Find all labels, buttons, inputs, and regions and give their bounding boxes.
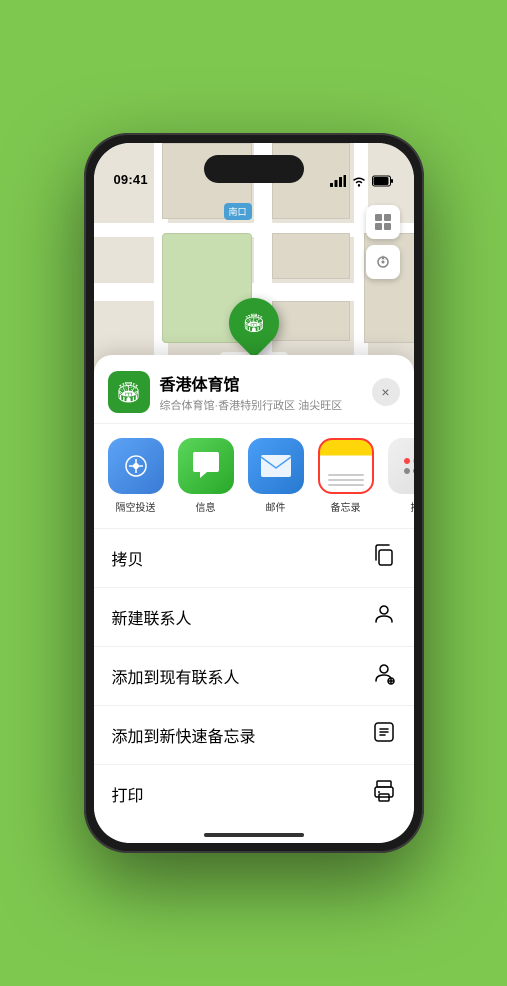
app-item-more[interactable]: 推 [386,438,414,514]
airdrop-icon [108,438,164,494]
messages-svg [191,452,221,480]
print-label: 打印 [112,782,144,806]
venue-icon: 🏟 [108,371,150,413]
battery-icon [372,175,394,187]
dot-g1 [404,468,410,474]
action-copy[interactable]: 拷贝 [94,529,414,588]
dot-orange [413,458,414,464]
action-print[interactable]: 打印 [94,765,414,823]
phone-frame: 09:41 [84,133,424,853]
more-icon [388,438,414,494]
add-existing-icon [372,661,396,691]
copy-label: 拷贝 [112,546,144,570]
more-label: 推 [411,499,414,514]
status-time: 09:41 [114,172,148,187]
map-layers-icon [374,213,392,231]
dot-red [404,458,410,464]
notes-line-1 [328,474,364,476]
map-type-button[interactable] [366,205,400,239]
action-new-contact[interactable]: 新建联系人 [94,588,414,647]
notes-lines [328,474,364,486]
mail-svg [260,454,292,478]
app-item-airdrop[interactable]: 隔空投送 [106,438,166,514]
copy-icon [372,543,396,573]
new-contact-icon [372,602,396,632]
print-icon [372,779,396,809]
notes-label: 备忘录 [331,499,361,514]
compass-icon [374,253,392,271]
action-add-existing[interactable]: 添加到现有联系人 [94,647,414,706]
sheet-header: 🏟 香港体育馆 综合体育馆·香港特别行政区 油尖旺区 × [94,355,414,424]
bottom-sheet: 🏟 香港体育馆 综合体育馆·香港特别行政区 油尖旺区 × [94,355,414,843]
wifi-icon [351,175,367,187]
print-svg [372,779,396,803]
dot-g2 [413,468,414,474]
messages-label: 信息 [196,499,216,514]
app-item-messages[interactable]: 信息 [176,438,236,514]
dynamic-island [204,155,304,183]
pin-inner: 🏟 [235,305,271,341]
copy-svg [372,543,396,567]
add-contact-svg [372,661,396,685]
venue-name: 香港体育馆 [160,371,372,395]
notes-line-2 [328,479,364,481]
mail-icon [248,438,304,494]
signal-icon [330,175,346,187]
map-north-gate-label: 南口 [224,203,252,220]
airdrop-svg [121,451,151,481]
mail-label: 邮件 [266,499,286,514]
messages-icon [178,438,234,494]
pin-shape: 🏟 [218,288,289,359]
dot-row-bot [404,468,414,474]
note-svg [372,720,396,744]
add-note-label: 添加到新快速备忘录 [112,723,256,747]
venue-info: 香港体育馆 综合体育馆·香港特别行政区 油尖旺区 [160,371,372,413]
new-contact-label: 新建联系人 [112,605,192,629]
contact-svg [372,602,396,626]
add-existing-label: 添加到现有联系人 [112,664,240,688]
dot-row-top [404,458,414,464]
venue-subtitle: 综合体育馆·香港特别行政区 油尖旺区 [160,397,372,413]
app-item-notes[interactable]: 备忘录 [316,438,376,514]
airdrop-label: 隔空投送 [116,499,156,514]
action-add-note[interactable]: 添加到新快速备忘录 [94,706,414,765]
app-item-mail[interactable]: 邮件 [246,438,306,514]
status-icons [330,175,394,187]
notes-icon [318,438,374,494]
notes-line-3 [328,484,364,486]
phone-screen: 09:41 [94,143,414,843]
close-button[interactable]: × [372,378,400,406]
share-apps-row: 隔空投送 信息 [94,424,414,529]
location-button[interactable] [366,245,400,279]
add-note-icon [372,720,396,750]
home-indicator [204,833,304,837]
